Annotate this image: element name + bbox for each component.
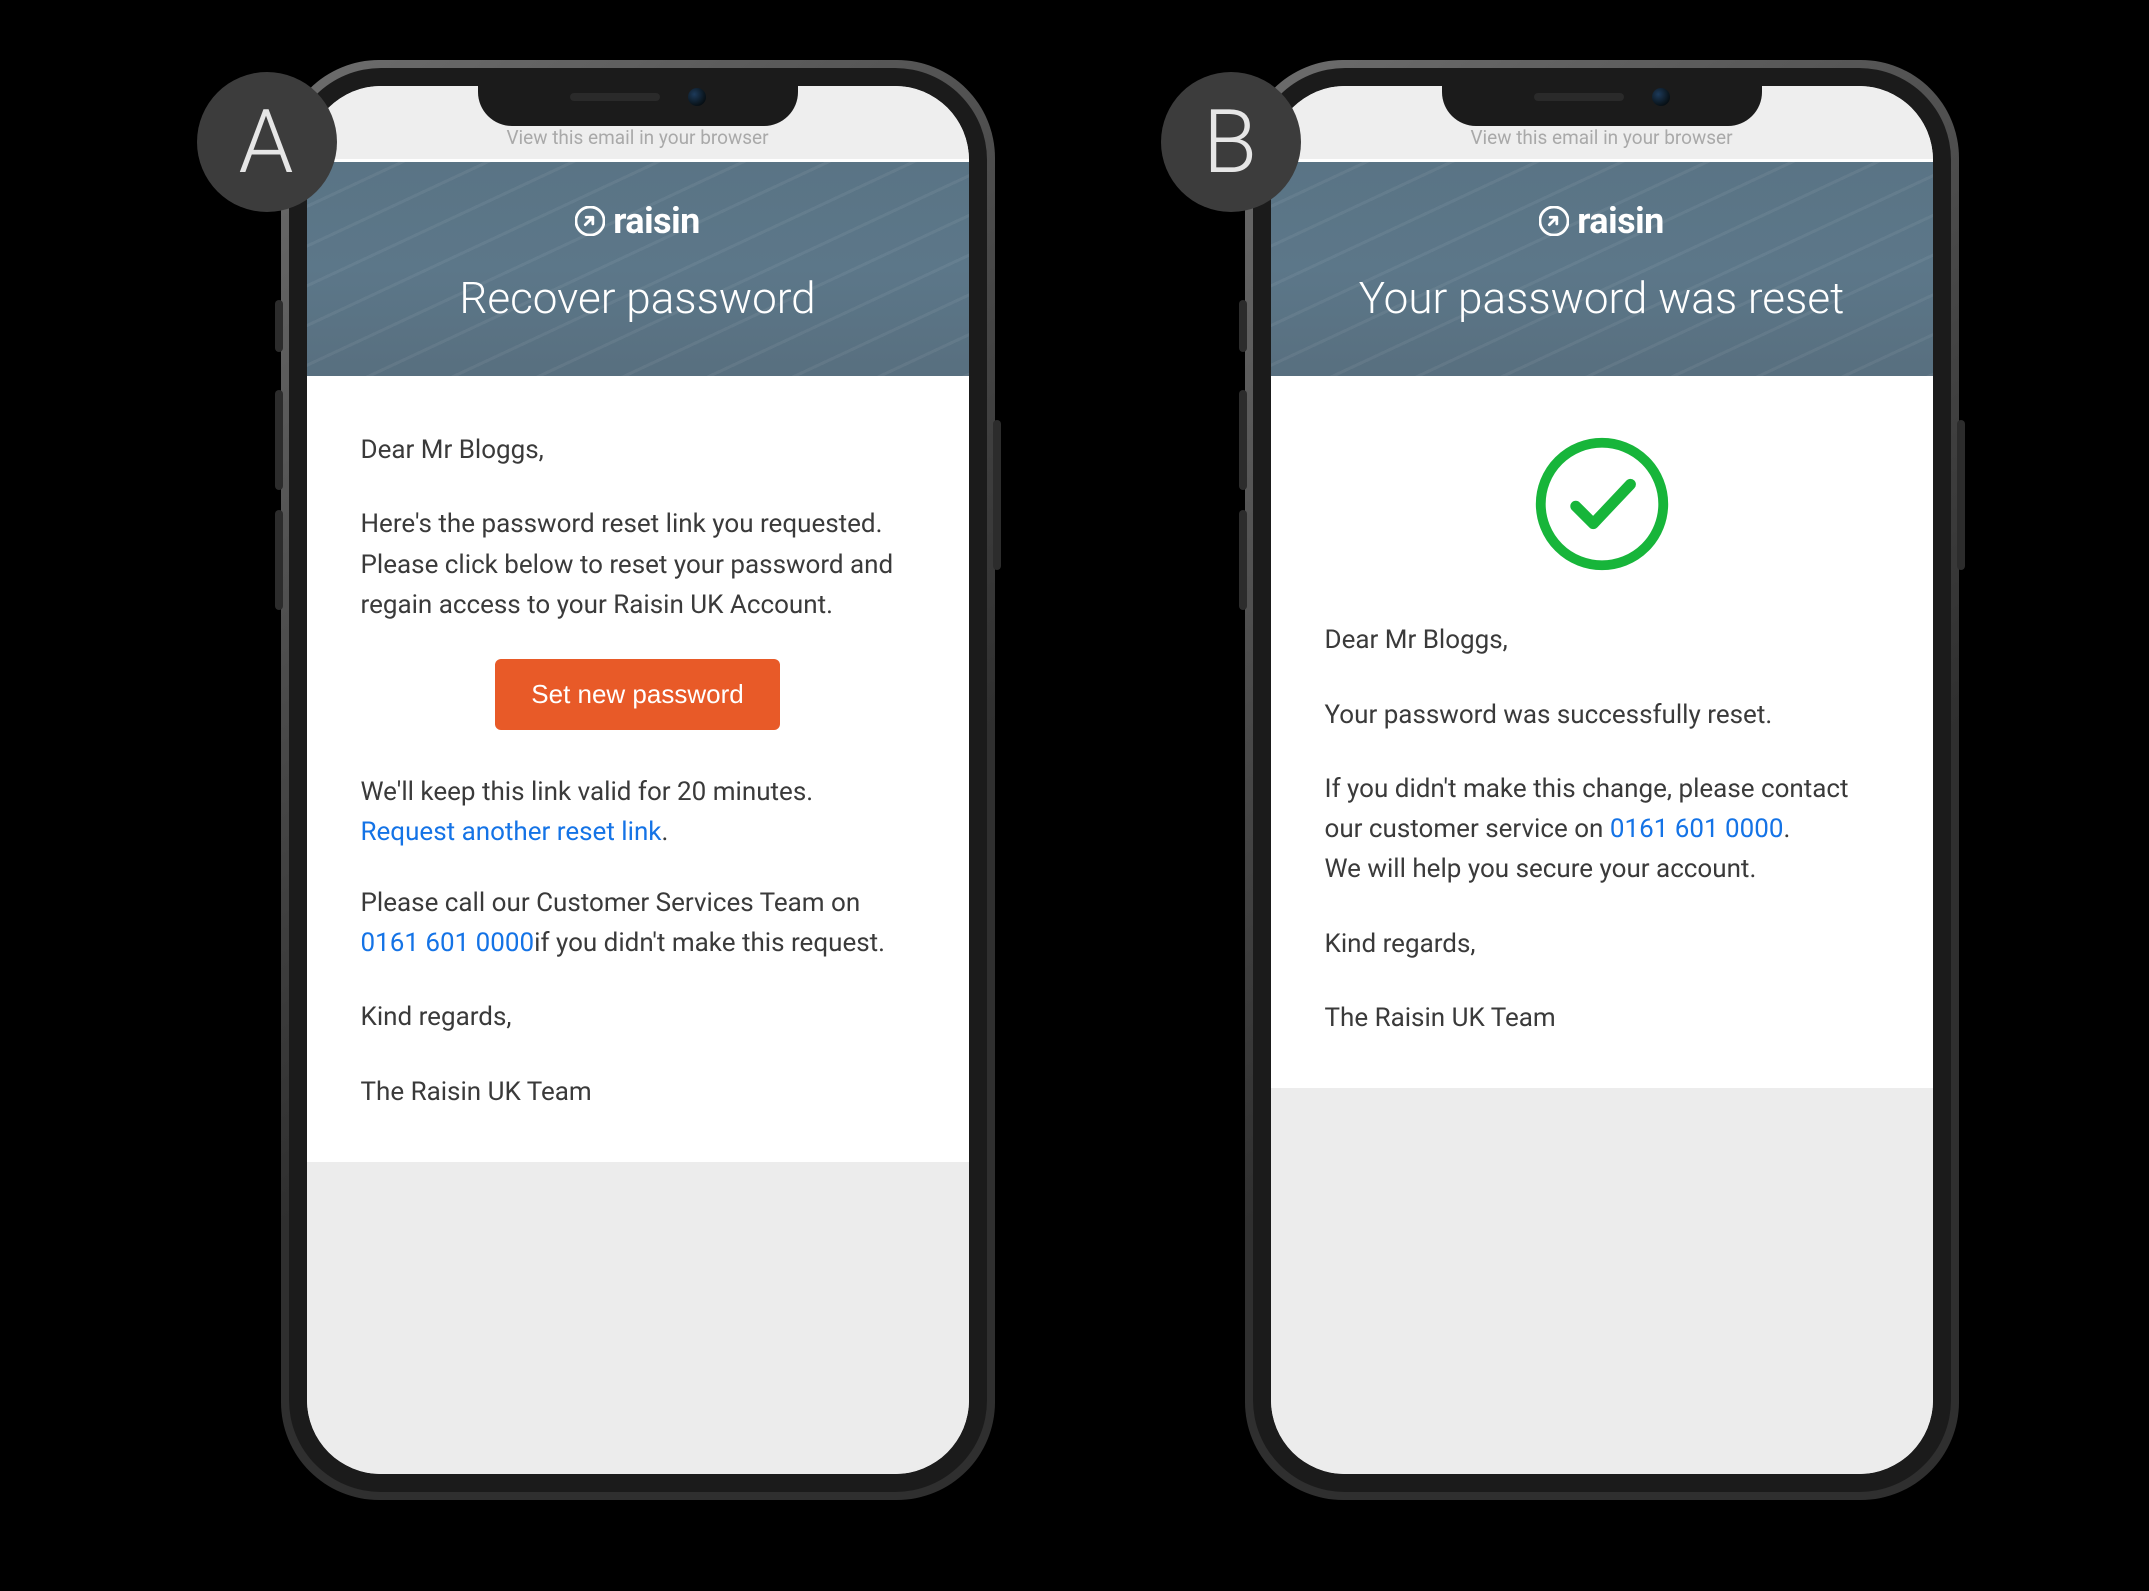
speaker-icon bbox=[570, 93, 660, 101]
camera-icon bbox=[688, 88, 706, 106]
email-header-b: raisin Your password was reset bbox=[1271, 162, 1933, 376]
brand-name: raisin bbox=[1577, 200, 1664, 242]
body2-post: . bbox=[1784, 814, 1791, 844]
phone-link-a[interactable]: 0161 601 0000 bbox=[361, 928, 535, 958]
power-button bbox=[1957, 420, 1965, 570]
body2-row: If you didn't make this change, please c… bbox=[1325, 769, 1879, 890]
brand-name: raisin bbox=[613, 200, 700, 242]
mute-switch bbox=[275, 300, 283, 352]
intro-a: Here's the password reset link you reque… bbox=[361, 504, 915, 625]
view-in-browser-link[interactable]: View this email in your browser bbox=[506, 126, 768, 149]
label-b-letter: B bbox=[1203, 91, 1258, 194]
email-title-b: Your password was reset bbox=[1291, 272, 1913, 324]
set-new-password-button[interactable]: Set new password bbox=[495, 659, 779, 730]
mute-switch bbox=[1239, 300, 1247, 352]
view-in-browser-link[interactable]: View this email in your browser bbox=[1470, 126, 1732, 149]
brand-logo: raisin bbox=[327, 200, 949, 242]
validity-text: We'll keep this link valid for 20 minute… bbox=[361, 777, 814, 807]
mockup-a: A View this email in your browser bbox=[191, 60, 995, 1500]
body3: We will help you secure your account. bbox=[1325, 854, 1757, 884]
success-check-icon bbox=[1532, 434, 1672, 574]
camera-icon bbox=[1652, 88, 1670, 106]
validity-row: We'll keep this link valid for 20 minute… bbox=[361, 772, 915, 853]
email-title-a: Recover password bbox=[327, 272, 949, 324]
contact-pre-a: Please call our Customer Services Team o… bbox=[361, 888, 861, 918]
email-footer-b bbox=[1271, 1088, 1933, 1474]
email-header-a: raisin Recover password bbox=[307, 162, 969, 376]
raisin-logo-icon bbox=[575, 206, 605, 236]
screen-b: View this email in your browser raisin Y… bbox=[1271, 86, 1933, 1474]
mockup-b: B View this email in your browser bbox=[1155, 60, 1959, 1500]
speaker-icon bbox=[1534, 93, 1624, 101]
phone-frame-a: View this email in your browser raisin R… bbox=[281, 60, 995, 1500]
power-button bbox=[993, 420, 1001, 570]
team-b: The Raisin UK Team bbox=[1325, 998, 1879, 1038]
signoff-a: Kind regards, bbox=[361, 997, 915, 1037]
volume-down-button bbox=[275, 510, 283, 610]
label-badge-b: B bbox=[1161, 72, 1301, 212]
volume-up-button bbox=[1239, 390, 1247, 490]
contact-post-a: if you didn't make this request. bbox=[534, 928, 885, 958]
volume-up-button bbox=[275, 390, 283, 490]
email-body-a: Dear Mr Bloggs, Here's the password rese… bbox=[307, 376, 969, 1162]
team-a: The Raisin UK Team bbox=[361, 1072, 915, 1112]
greeting-b: Dear Mr Bloggs, bbox=[1325, 620, 1879, 660]
volume-down-button bbox=[1239, 510, 1247, 610]
request-another-link[interactable]: Request another reset link bbox=[361, 817, 662, 847]
phone-link-b[interactable]: 0161 601 0000 bbox=[1610, 814, 1784, 844]
contact-row-a: Please call our Customer Services Team o… bbox=[361, 883, 915, 964]
label-a-letter: A bbox=[239, 91, 295, 194]
phone-notch bbox=[1442, 68, 1762, 126]
email-footer-a bbox=[307, 1162, 969, 1474]
label-badge-a: A bbox=[197, 72, 337, 212]
greeting-a: Dear Mr Bloggs, bbox=[361, 430, 915, 470]
signoff-b: Kind regards, bbox=[1325, 924, 1879, 964]
email-body-b: Dear Mr Bloggs, Your password was succes… bbox=[1271, 376, 1933, 1088]
body1-b: Your password was successfully reset. bbox=[1325, 695, 1879, 735]
screen-a: View this email in your browser raisin R… bbox=[307, 86, 969, 1474]
phone-notch bbox=[478, 68, 798, 126]
phone-frame-b: View this email in your browser raisin Y… bbox=[1245, 60, 1959, 1500]
raisin-logo-icon bbox=[1539, 206, 1569, 236]
brand-logo: raisin bbox=[1291, 200, 1913, 242]
